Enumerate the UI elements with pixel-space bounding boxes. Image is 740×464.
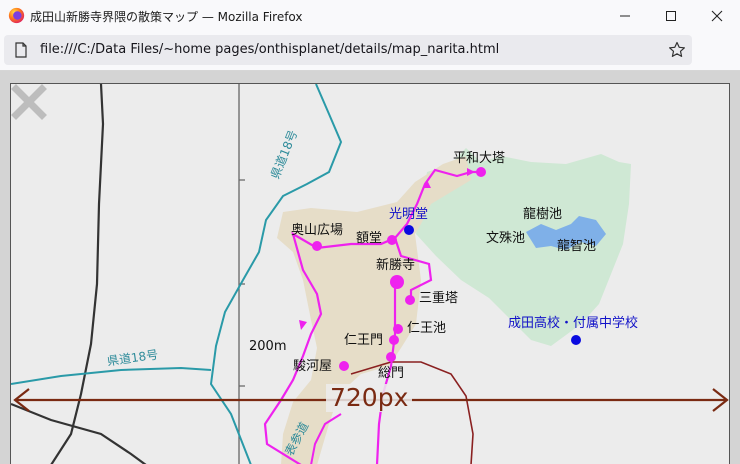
- label-gakudo: 額堂: [356, 231, 383, 246]
- label-surugaya: 駿河屋: [293, 359, 333, 374]
- star-icon[interactable]: [668, 41, 686, 59]
- width-label: 720px: [326, 384, 413, 412]
- url-text: file:///C:/Data Files/~home pages/onthis…: [40, 42, 500, 57]
- spot-niomon: [389, 335, 399, 345]
- spot-gakudo: [387, 235, 397, 245]
- map-image: 平和大塔 光明堂 龍樹池 奥山広場 額堂 文殊池 龍智池 新勝寺 三重塔 成田高…: [10, 83, 730, 464]
- label-niochi: 仁王池: [407, 321, 447, 336]
- page-icon: [15, 42, 27, 58]
- scale-label: 200m: [249, 339, 287, 354]
- road-black-left: [50, 84, 105, 464]
- minimize-button[interactable]: [602, 0, 648, 32]
- label-school: 成田高校・付属中学校: [508, 316, 639, 331]
- maximize-icon: [666, 11, 676, 21]
- road-black-diag: [11, 402, 147, 464]
- spot-heiwa: [476, 167, 486, 177]
- label-ryujuchi: 龍樹池: [523, 207, 563, 222]
- spot-niochi: [393, 324, 403, 334]
- close-icon: [711, 10, 723, 22]
- close-x-icon[interactable]: [11, 84, 47, 120]
- label-niomon: 仁王門: [344, 333, 384, 348]
- label-heiwa: 平和大塔: [453, 151, 506, 166]
- navigation-toolbar: file:///C:/Data Files/~home pages/onthis…: [0, 32, 740, 88]
- spot-surugaya: [339, 361, 349, 371]
- road-teal-lower: [11, 366, 212, 385]
- maximize-button[interactable]: [648, 0, 694, 32]
- page-content: 平和大塔 光明堂 龍樹池 奥山広場 額堂 文殊池 龍智池 新勝寺 三重塔 成田高…: [0, 71, 740, 464]
- spot-komyodo: [404, 225, 414, 235]
- label-ryuchichi: 龍智池: [557, 239, 597, 254]
- label-komyodo: 光明堂: [389, 207, 429, 222]
- spot-shinshoji: [390, 275, 404, 289]
- spot-sanjunoto: [405, 295, 415, 305]
- spot-school: [571, 335, 581, 345]
- minimize-icon: [620, 15, 630, 17]
- spot-okuyama: [312, 241, 322, 251]
- label-somon: 総門: [378, 366, 405, 381]
- label-okuyama: 奥山広場: [291, 223, 344, 238]
- window-titlebar: 成田山新勝寺界隈の散策マップ — Mozilla Firefox: [0, 0, 740, 32]
- road-red: [350, 361, 474, 464]
- label-monjuchi: 文殊池: [486, 231, 526, 246]
- label-shinshoji: 新勝寺: [376, 258, 416, 273]
- close-window-button[interactable]: [694, 0, 740, 32]
- route-arrow-down: [299, 320, 307, 330]
- window-title: 成田山新勝寺界隈の散策マップ — Mozilla Firefox: [30, 10, 303, 24]
- spot-somon: [386, 352, 396, 362]
- firefox-icon: [8, 7, 25, 24]
- label-sanjunoto: 三重塔: [419, 291, 459, 306]
- url-field[interactable]: file:///C:/Data Files/~home pages/onthis…: [4, 35, 692, 65]
